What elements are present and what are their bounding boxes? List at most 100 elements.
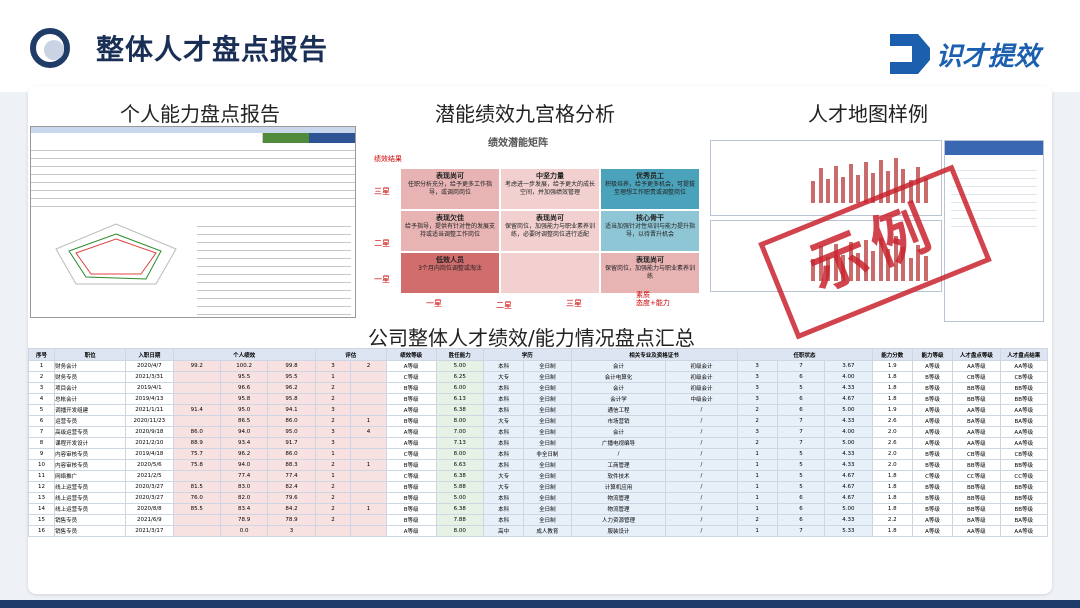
- table-cell: 线上运营专员: [54, 492, 127, 504]
- table-cell: 1.9: [871, 404, 913, 416]
- table-cell: CB等级: [999, 371, 1049, 383]
- table-cell: AA等级: [952, 404, 1001, 416]
- table-cell: B等级: [385, 503, 437, 515]
- table-cell: 6.13: [435, 393, 484, 405]
- table-cell: 95.5: [267, 371, 316, 383]
- table-cell: 3: [27, 382, 56, 394]
- table-row: 9 内容审核专员 2019/4/18 75.7 96.2 86.0 1 C等级 8.00 本科 非全…: [27, 448, 1049, 460]
- table-cell: 2019/4/13: [125, 393, 174, 405]
- table-cell: 77.4: [267, 470, 316, 482]
- page-title: 整体人才盘点报告: [96, 33, 329, 66]
- table-cell: [350, 437, 387, 449]
- table-cell: 1.8: [871, 371, 913, 383]
- table-cell: 5: [776, 470, 826, 482]
- table-cell: 7.13: [435, 437, 484, 449]
- table-cell: 1.8: [871, 470, 913, 482]
- section-title-personal: 个人能力盘点报告: [120, 102, 280, 126]
- table-cell: 95.5: [219, 371, 269, 383]
- talent-map-bar: [856, 175, 860, 203]
- table-cell: A等级: [385, 437, 437, 449]
- table-cell: 6: [776, 514, 826, 526]
- table-cell: C等级: [385, 448, 437, 460]
- matrix-title: 绩效潜能矩阵: [488, 138, 548, 149]
- table-cell: 2021/2/10: [125, 437, 174, 449]
- table-cell: /: [665, 459, 738, 471]
- table-cell: 人力资源管理: [570, 514, 667, 526]
- table-cell: B等级: [385, 382, 437, 394]
- table-row: 12 线上运营专员 2020/3/27 81.5 83.0 82.4 2 B等级 5.88 大专全…: [27, 481, 1049, 493]
- table-cell: 中级会计: [665, 393, 738, 405]
- table-cell: 总帐会计: [54, 393, 127, 405]
- table-cell: 4.00: [824, 371, 873, 383]
- table-cell: 86.5: [219, 415, 269, 427]
- personal-report-preview: [30, 126, 356, 318]
- table-cell: C等级: [911, 470, 954, 482]
- table-cell: AA等级: [999, 525, 1049, 537]
- table-cell: BB等级: [999, 393, 1049, 405]
- table-cell: 16: [27, 525, 56, 537]
- table-cell: 3: [314, 360, 352, 372]
- bottom-bar: [0, 600, 1080, 608]
- th-status: 任职状态: [736, 348, 873, 361]
- table-cell: AA等级: [999, 426, 1049, 438]
- table-cell: CC等级: [999, 470, 1049, 482]
- table-cell: 3: [267, 525, 316, 537]
- table-cell: 高级运营专员: [54, 426, 127, 438]
- ninegrid-cell: 中坚力量 考虑进一步发展，给予更大的成长空间，并加强绩效管理: [500, 168, 600, 210]
- table-cell: [172, 514, 221, 526]
- talent-map-bar: [811, 181, 815, 203]
- y-tick-1: 一星: [374, 275, 390, 284]
- table-cell: 83.0: [219, 481, 269, 493]
- table-cell: 运营专员: [54, 415, 127, 427]
- table-cell: 2: [314, 382, 352, 394]
- table-cell: 1.9: [871, 360, 913, 372]
- table-cell: 94.0: [219, 426, 269, 438]
- table-cell: 6: [776, 404, 826, 416]
- ninegrid-cell-text: 积极培养，给予更多机会，可提拔至理想工作职责或调整岗位: [604, 181, 695, 196]
- table-cell: 4.00: [824, 426, 873, 438]
- table-row: 14 线上运营专员 2020/8/8 85.5 83.4 84.2 2 1 B等级 6.38 本科全…: [27, 503, 1049, 515]
- table-cell: 本科: [482, 382, 525, 394]
- table-cell: 全日制: [523, 404, 572, 416]
- table-cell: 95.8: [219, 393, 269, 405]
- table-cell: BB等级: [952, 382, 1001, 394]
- table-cell: /: [665, 415, 738, 427]
- table-cell: 全日制: [523, 382, 572, 394]
- table-cell: 4.67: [824, 393, 873, 405]
- table-cell: 0.0: [219, 525, 269, 537]
- table-cell: 6.25: [435, 371, 484, 383]
- table-cell: B等级: [385, 393, 437, 405]
- table-cell: 工商管理: [570, 459, 667, 471]
- table-cell: BA等级: [952, 514, 1001, 526]
- table-cell: 全日制: [523, 360, 572, 372]
- table-cell: 初级会计: [665, 371, 738, 383]
- table-cell: 78.9: [267, 514, 316, 526]
- table-cell: 2: [314, 514, 352, 526]
- table-cell: 4.67: [824, 492, 873, 504]
- table-cell: 88.9: [172, 437, 221, 449]
- table-cell: /: [665, 448, 738, 460]
- table-cell: 6.38: [435, 503, 484, 515]
- table-cell: A等级: [385, 360, 437, 372]
- table-cell: 4.67: [824, 481, 873, 493]
- table-cell: 6: [27, 415, 56, 427]
- table-cell: 成人教育: [523, 525, 572, 537]
- table-cell: 全日制: [523, 481, 572, 493]
- table-cell: 7.88: [435, 514, 484, 526]
- table-cell: 全日制: [523, 514, 572, 526]
- table-cell: 1: [736, 470, 778, 482]
- table-cell: 销售专员: [54, 514, 127, 526]
- table-cell: BA等级: [999, 514, 1049, 526]
- company-logo-icon: [30, 28, 70, 68]
- table-cell: 4.33: [824, 382, 873, 394]
- table-cell: CB等级: [999, 448, 1049, 460]
- table-cell: 2: [314, 459, 352, 471]
- table-cell: [350, 492, 387, 504]
- x-tick-3: 三星: [566, 299, 582, 308]
- table-cell: 1: [350, 459, 387, 471]
- table-cell: 82.4: [267, 481, 316, 493]
- table-cell: 1: [736, 448, 778, 460]
- table-cell: 5.88: [435, 481, 484, 493]
- table-cell: 会计: [570, 360, 667, 372]
- table-cell: 5: [27, 404, 56, 416]
